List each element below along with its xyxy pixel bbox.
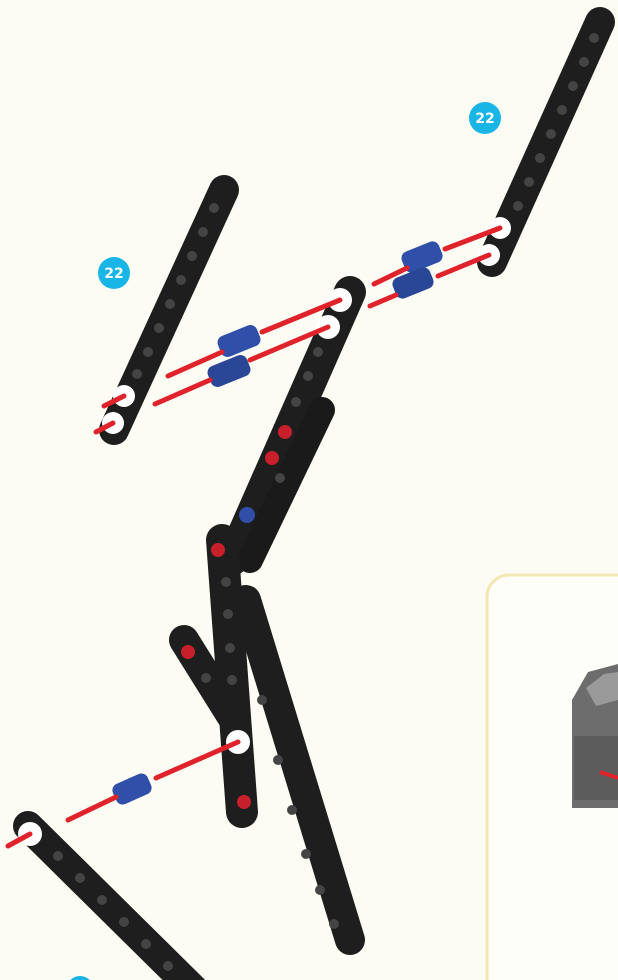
callout-quantity: 22 — [104, 266, 123, 282]
red-pin-icon — [265, 451, 279, 465]
beam-bottom-left — [13, 811, 206, 980]
red-pin-icon — [278, 425, 292, 439]
callout-badge-top-right: 22 — [469, 102, 501, 134]
red-pin-icon — [237, 795, 251, 809]
callout-badge-top-left: 22 — [98, 257, 130, 289]
callout-badge-bottom — [70, 976, 90, 980]
blue-pin-icon — [239, 507, 255, 523]
red-pin-icon — [181, 645, 195, 659]
blue-connector-peg-icon — [112, 773, 152, 805]
assembly-diagram: 22 22 — [5, 7, 618, 980]
red-pin-icon — [211, 543, 225, 557]
callout-quantity: 22 — [475, 111, 494, 127]
central-beam-lower — [169, 524, 365, 955]
inset-detail-panel — [485, 573, 618, 980]
